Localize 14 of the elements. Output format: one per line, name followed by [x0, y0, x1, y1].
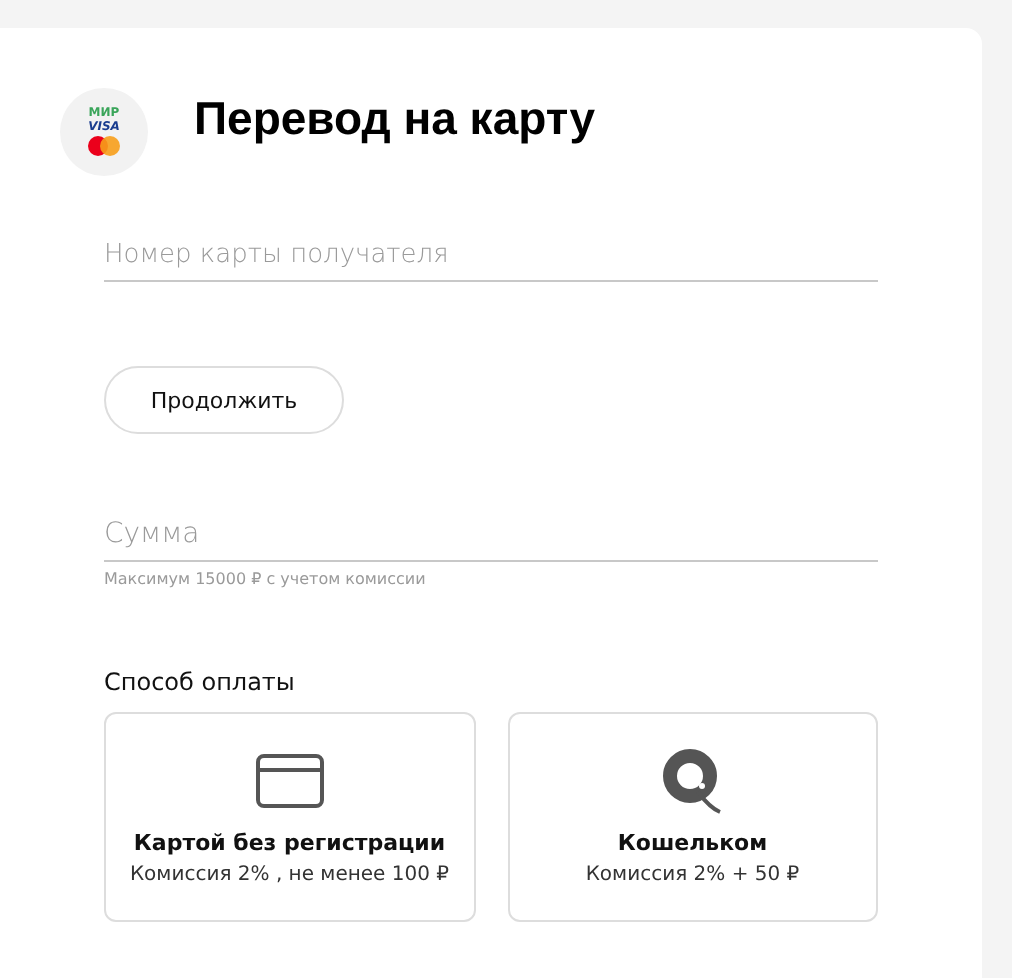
credit-card-icon — [255, 754, 324, 808]
section-heading: Способ оплаты — [104, 668, 297, 696]
option-fee: Комиссия 2% + 50 ₽ — [585, 864, 800, 886]
option-title: Картой без регистрации — [133, 830, 446, 856]
option-fee: Комиссия 2% , не менее 100 ₽ — [129, 864, 450, 886]
payment-option-card[interactable]: Кошельком Комиссия 2% + 50 ₽ — [507, 712, 878, 922]
card-number-field[interactable]: Номер карты получателя — [104, 240, 878, 282]
continue-button[interactable]: Продолжить — [104, 366, 344, 434]
wallet-logo-icon — [662, 748, 723, 814]
amount-hint: Максимум 15000 ₽ с учетом комиссии — [104, 570, 428, 588]
payment-option-card[interactable]: Картой без регистрации Комиссия 2% , не менее 100 ₽ — [104, 712, 475, 922]
page-title: Перевод на карту — [194, 91, 595, 145]
amount-field[interactable]: Сумма — [104, 518, 878, 562]
option-title: Кошельком — [617, 830, 768, 856]
